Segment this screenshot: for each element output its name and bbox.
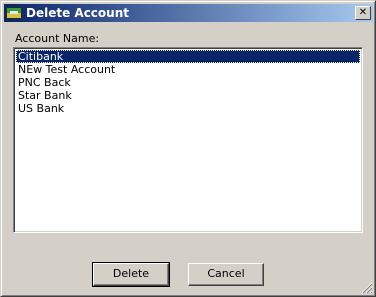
account-listbox[interactable]: Citibank NEw Test Account PNC Back Star … (13, 47, 363, 233)
title-bar[interactable]: Delete Account ✕ (4, 4, 373, 22)
app-icon (6, 7, 22, 19)
delete-account-dialog: Delete Account ✕ Account Name: Citibank … (0, 0, 376, 297)
account-name-label: Account Name: (15, 32, 100, 45)
list-item[interactable]: Citibank (16, 50, 360, 63)
close-button[interactable]: ✕ (355, 6, 371, 20)
list-item[interactable]: PNC Back (16, 76, 360, 89)
window-title: Delete Account (26, 6, 129, 20)
list-item[interactable]: Star Bank (16, 89, 360, 102)
list-item[interactable]: NEw Test Account (16, 63, 360, 76)
close-icon: ✕ (358, 7, 368, 18)
cancel-button[interactable]: Cancel (188, 263, 264, 286)
list-item[interactable]: US Bank (16, 102, 360, 115)
delete-button[interactable]: Delete (92, 262, 170, 287)
resize-grip-icon[interactable] (361, 282, 373, 294)
